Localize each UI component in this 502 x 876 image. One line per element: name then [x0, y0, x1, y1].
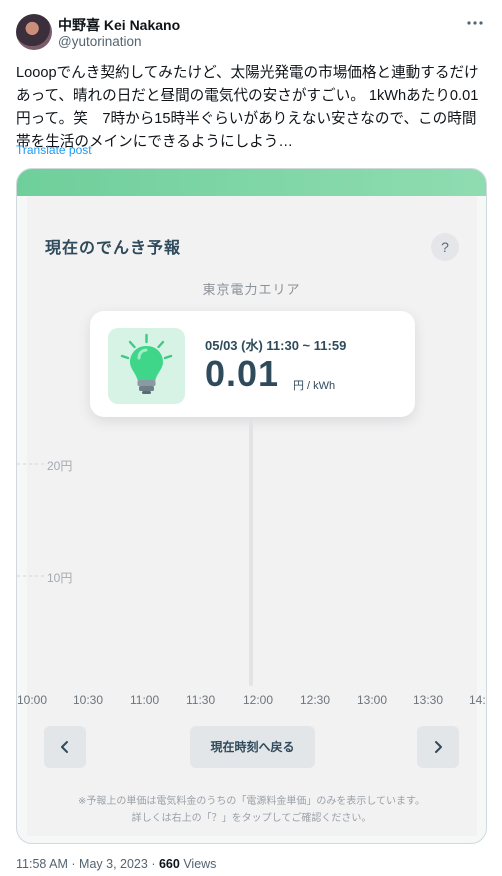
price-unit: 円 / kWh — [293, 380, 336, 392]
post-media-image[interactable]: 現在のでんき予報 ? 東京電力エリア 05/03 (水) 11:30 ~ 11:… — [16, 168, 487, 844]
forecast-title: 現在のでんき予報 — [45, 240, 182, 257]
disclaimer-line-1: ※予報上の単価は電気料金のうちの「電源料金単価」のみを表示しています。 — [77, 796, 426, 807]
y-tick-20: 20円 — [47, 459, 73, 473]
next-button[interactable] — [417, 726, 459, 768]
x-tick: 11:30 — [186, 693, 216, 707]
lightbulb-icon — [108, 328, 185, 404]
translate-post-link[interactable]: Translate post — [16, 143, 92, 157]
avatar[interactable] — [16, 14, 52, 50]
more-horizontal-icon[interactable] — [464, 14, 486, 36]
post-time[interactable]: 11:58 AM — [16, 857, 68, 871]
area-label: 東京電力エリア — [202, 282, 301, 297]
post-text: Looopでんき契約してみたけど、太陽光発電の市場価格と連動するだけあって、晴れ… — [16, 65, 479, 150]
back-to-now-button[interactable]: 現在時刻へ戻る — [190, 726, 315, 768]
x-tick: 10:00 — [17, 693, 48, 707]
prev-button[interactable] — [44, 726, 86, 768]
x-tick: 14: — [469, 693, 486, 707]
forecast-datetime: 05/03 (水) 11:30 ~ 11:59 — [205, 338, 347, 353]
x-tick: 10:30 — [73, 693, 104, 707]
post-header: 中野喜 Kei Nakano @yutorination — [16, 14, 486, 54]
x-tick: 12:30 — [300, 693, 331, 707]
x-tick: 13:00 — [357, 693, 388, 707]
meta-separator: · — [151, 857, 156, 871]
app-header-bar — [17, 169, 486, 196]
help-button[interactable]: ? — [431, 233, 459, 261]
x-tick: 11:00 — [130, 693, 160, 707]
author-name[interactable]: 中野喜 Kei Nakano — [58, 15, 180, 35]
post-date[interactable]: May 3, 2023 — [79, 857, 148, 871]
post-meta: 11:58 AM · May 3, 2023 · 660 Views — [16, 857, 216, 871]
views-count: 660 — [158, 857, 180, 871]
views-label: Views — [183, 857, 217, 871]
disclaimer-line-2: 詳しくは右上の「？」をタップしてご確認ください。 — [131, 813, 372, 824]
current-price-card: 05/03 (水) 11:30 ~ 11:59 0.01 円 / kWh — [90, 311, 415, 417]
y-tick-10: 10円 — [47, 571, 73, 585]
chevron-left-icon — [61, 741, 68, 753]
x-tick: 13:30 — [413, 693, 444, 707]
meta-separator: · — [71, 857, 76, 871]
x-tick: 12:00 — [243, 693, 274, 707]
current-price-value: 0.01 — [205, 353, 280, 394]
price-chart — [17, 419, 253, 686]
chevron-right-icon — [435, 741, 442, 753]
author-handle[interactable]: @yutorination — [58, 34, 142, 49]
